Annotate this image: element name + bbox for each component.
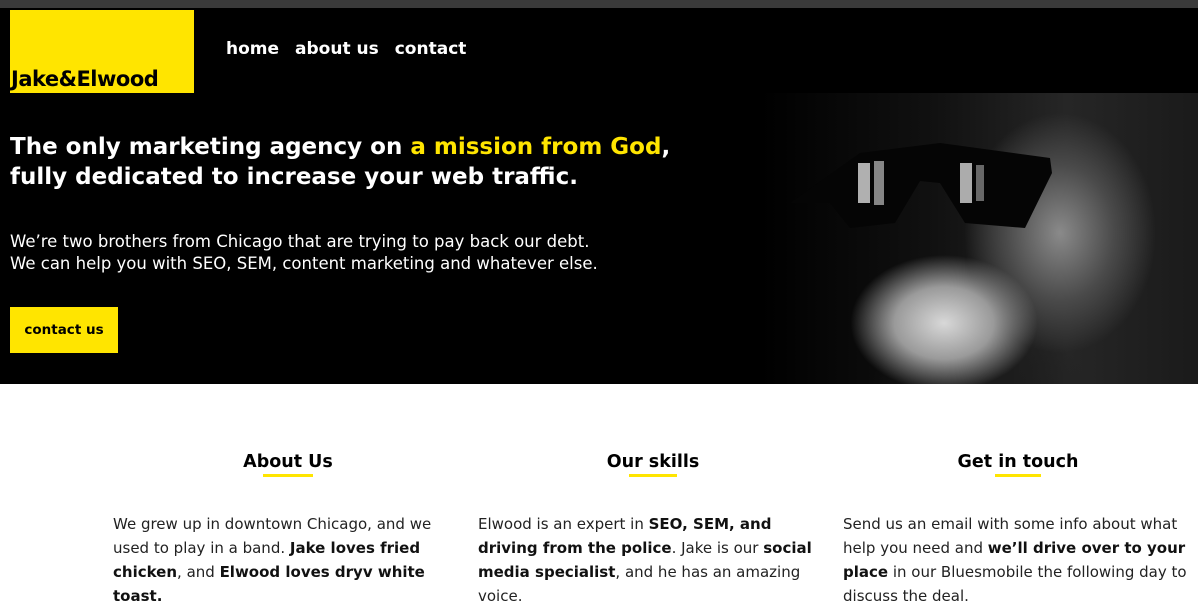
headline-part2: ,	[661, 134, 671, 160]
headline-line2: fully dedicated to increase your web tra…	[10, 164, 578, 190]
headline-part1: The only marketing agency on	[10, 134, 411, 160]
beard-shape	[834, 243, 1054, 384]
hero-headline: The only marketing agency on a mission f…	[10, 132, 710, 192]
contact-us-button[interactable]: contact us	[10, 307, 118, 353]
logo-text: Jake&Elwood	[11, 67, 159, 91]
title-underline	[263, 474, 313, 477]
hero-subtext-line1: We’re two brothers from Chicago that are…	[10, 232, 590, 251]
nav-about-us-link[interactable]: about us	[295, 39, 379, 59]
get-in-touch-title: Get in touch	[843, 452, 1193, 477]
about-us-title-text: About Us	[243, 452, 333, 472]
hero-portrait-image	[760, 93, 1198, 384]
nav-contact-link[interactable]: contact	[395, 39, 467, 59]
site-header: Jake&Elwood home about us contact	[0, 8, 1198, 93]
get-in-touch-section: Get in touch Send us an email with some …	[843, 452, 1193, 605]
get-in-touch-text-2: in our Bluesmobile the following day to …	[843, 563, 1187, 605]
our-skills-text-1: Elwood is an expert in	[478, 515, 649, 533]
title-underline	[995, 474, 1041, 477]
browser-top-strip	[0, 0, 1198, 8]
nav-home-link[interactable]: home	[226, 39, 279, 59]
our-skills-text-2: . Jake is our	[671, 539, 764, 557]
our-skills-section: Our skills Elwood is an expert in SEO, S…	[478, 452, 828, 605]
about-us-text: We grew up in downtown Chicago, and we u…	[113, 512, 463, 608]
our-skills-title: Our skills	[478, 452, 828, 477]
title-underline	[629, 474, 677, 477]
about-us-text-2: , and	[177, 563, 220, 581]
about-us-title: About Us	[113, 452, 463, 477]
hero-subtext-line2: We can help you with SEO, SEM, content m…	[10, 254, 598, 273]
get-in-touch-text: Send us an email with some info about wh…	[843, 512, 1193, 608]
our-skills-title-text: Our skills	[606, 452, 700, 472]
logo[interactable]: Jake&Elwood	[10, 10, 194, 93]
main-nav: home about us contact	[226, 39, 466, 59]
hero-subtext: We’re two brothers from Chicago that are…	[10, 231, 730, 275]
headline-highlight: a mission from God	[410, 134, 662, 160]
sunglasses-icon	[790, 143, 1052, 228]
our-skills-text: Elwood is an expert in SEO, SEM, and dri…	[478, 512, 823, 608]
about-us-section: About Us We grew up in downtown Chicago,…	[113, 452, 463, 605]
hero-section: The only marketing agency on a mission f…	[0, 93, 1198, 384]
get-in-touch-title-text: Get in touch	[957, 452, 1079, 472]
